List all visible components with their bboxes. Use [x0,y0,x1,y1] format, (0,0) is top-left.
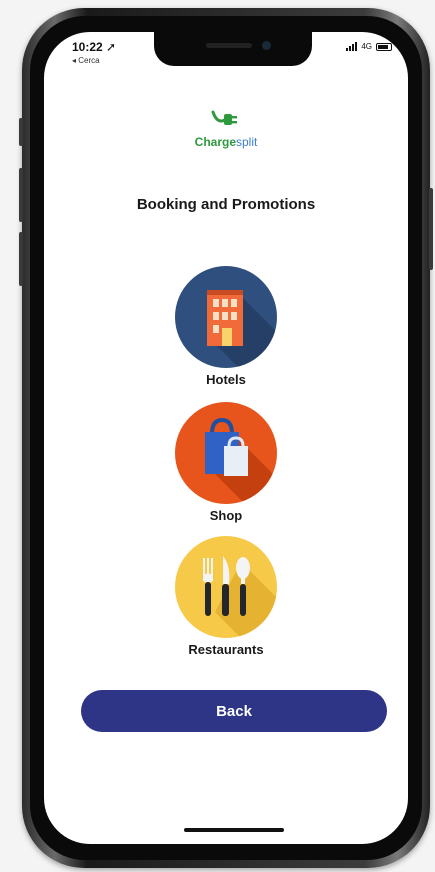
battery-icon [376,42,392,51]
location-arrow-icon: ➚ [106,40,117,54]
app-logo: Chargesplit [44,108,408,149]
network-label: 4G [361,42,372,51]
back-to-app-link[interactable]: ◂ Cerca [72,56,100,65]
volume-up-button [19,168,23,222]
signal-icon [346,42,358,51]
category-hotels[interactable]: Hotels [44,266,408,387]
charging-plug-icon [209,108,243,135]
shopping-bags-icon [175,402,277,504]
category-shop[interactable]: Shop [44,402,408,523]
page-title: Booking and Promotions [136,196,316,213]
category-label: Restaurants [188,642,264,657]
power-button [429,188,433,270]
home-indicator[interactable] [184,828,284,832]
mute-switch [19,118,23,146]
app-screen: 10:22 ➚ ◂ Cerca 4G Chargesplit Booking a… [44,32,408,844]
cutlery-icon [175,536,277,638]
status-indicators: 4G [346,42,392,51]
phone-bezel: 10:22 ➚ ◂ Cerca 4G Chargesplit Booking a… [30,16,422,860]
category-label: Shop [209,508,243,523]
category-restaurants[interactable]: Restaurants [44,536,408,657]
hotel-building-icon [175,266,277,368]
speaker-grille [206,43,252,48]
category-label: Hotels [206,372,246,387]
front-camera [262,41,271,50]
back-button[interactable]: Back [81,690,387,732]
phone-mockup-scene: 10:22 ➚ ◂ Cerca 4G Chargesplit Booking a… [0,0,435,872]
phone-notch [154,32,312,66]
volume-down-button [19,232,23,286]
brand-name: Chargesplit [194,135,258,149]
status-time: 10:22 ➚ [72,40,117,54]
phone-frame: 10:22 ➚ ◂ Cerca 4G Chargesplit Booking a… [19,8,433,868]
